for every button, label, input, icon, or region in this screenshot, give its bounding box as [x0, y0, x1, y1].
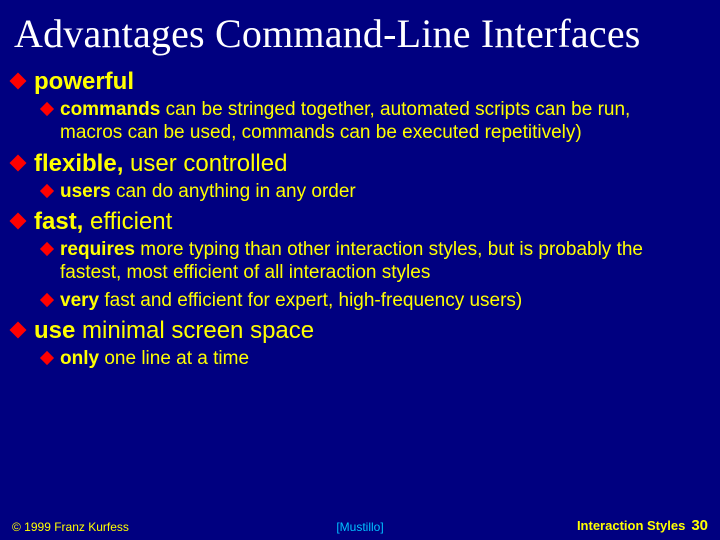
bullet-use: use minimal screen space: [12, 316, 708, 345]
subbullet-requires: requires more typing than other interact…: [42, 238, 708, 284]
bullet-powerful: powerful: [12, 67, 708, 96]
page-indicator: Interaction Styles30: [577, 517, 708, 534]
slide-body: powerful commands can be stringed togeth…: [0, 67, 720, 370]
diamond-icon: [10, 73, 27, 90]
diamond-icon: [40, 351, 54, 365]
bullet-fast: fast, efficient: [12, 207, 708, 236]
diamond-icon: [40, 184, 54, 198]
diamond-icon: [40, 102, 54, 116]
copyright-text: © 1999 Franz Kurfess: [12, 520, 129, 534]
diamond-icon: [40, 242, 54, 256]
diamond-icon: [40, 293, 54, 307]
subbullet-commands: commands can be stringed together, autom…: [42, 98, 708, 144]
subbullet-only: only one line at a time: [42, 347, 708, 370]
bullet-flexible: flexible, user controlled: [12, 149, 708, 178]
diamond-icon: [10, 213, 27, 230]
slide-title: Advantages Command-Line Interfaces: [0, 0, 720, 63]
diamond-icon: [10, 321, 27, 338]
reference-citation: [Mustillo]: [336, 520, 383, 534]
subbullet-very: very fast and efficient for expert, high…: [42, 289, 708, 312]
diamond-icon: [10, 154, 27, 171]
subbullet-users: users can do anything in any order: [42, 180, 708, 203]
